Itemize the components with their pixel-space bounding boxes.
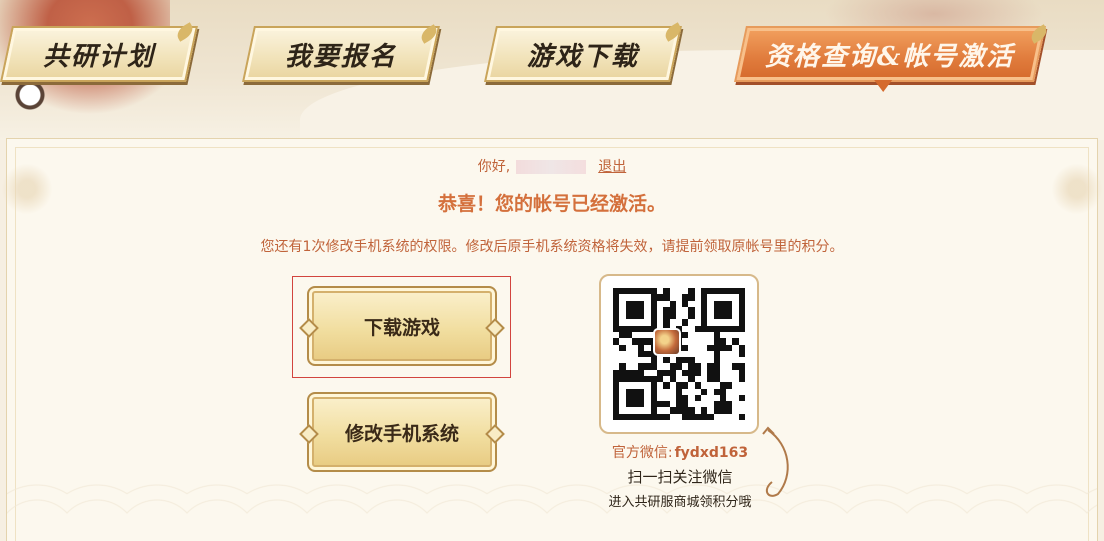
tab-bar: 共研计划 我要报名 游戏下载 资格查询&帐号激活 [0,22,1104,86]
modify-phone-system-button[interactable]: 修改手机系统 [307,392,497,472]
wave-pattern [7,421,1097,541]
tab-sign-up[interactable]: 我要报名 [242,26,440,82]
tab-game-download[interactable]: 游戏下载 [484,26,682,82]
wechat-id: fydxd163 [674,445,749,461]
tab-research-plan[interactable]: 共研计划 [0,26,198,82]
game-logo-icon [653,328,681,356]
tab-label: 游戏下载 [526,41,639,72]
wechat-qr-code [599,274,759,434]
tab-qualification-activation[interactable]: 资格查询&帐号激活 [734,26,1046,82]
activation-success-message: 恭喜！您的帐号已经激活。 [437,193,666,215]
curved-arrow-icon [762,426,789,497]
greeting-text: 你好, [477,159,511,175]
button-label: 修改手机系统 [344,422,459,445]
tab-label: 资格查询&帐号激活 [765,41,1015,72]
tab-label: 共研计划 [42,41,155,72]
masked-username [516,160,587,174]
button-label: 下载游戏 [363,316,440,339]
logout-link[interactable]: 退出 [598,159,626,175]
greeting-line: 你好, 退出 [0,156,1104,176]
tab-label: 我要报名 [284,41,397,72]
modify-system-notice: 您还有1次修改手机系统的权限。修改后原手机系统资格将失效，请提前领取原帐号里的积… [260,239,844,255]
wechat-label: 官方微信: [611,445,673,461]
download-game-button[interactable]: 下载游戏 [307,286,497,366]
